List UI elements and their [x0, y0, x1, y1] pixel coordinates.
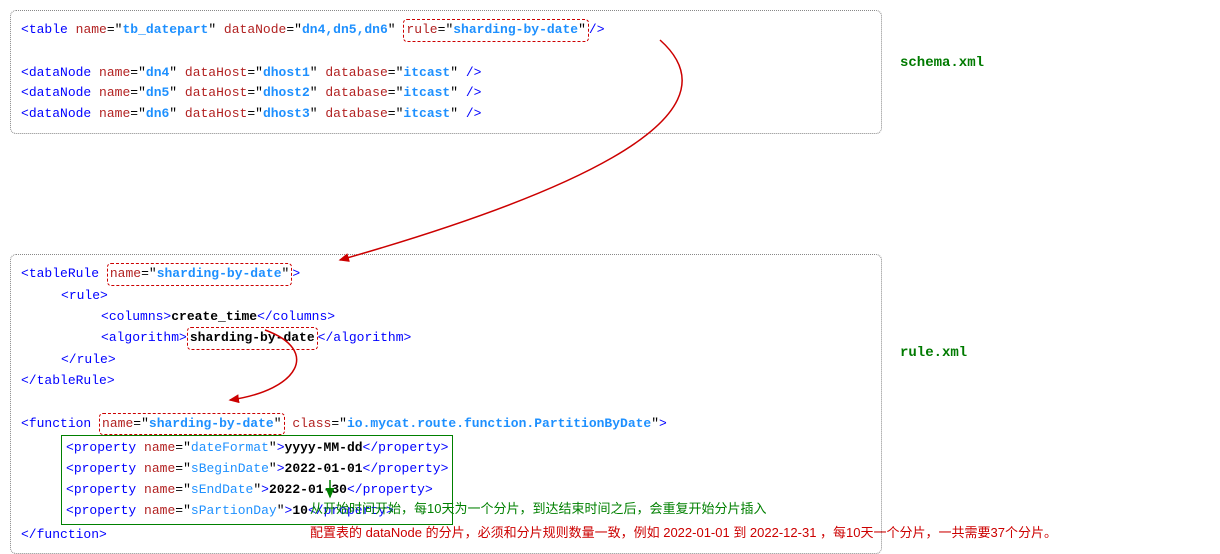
- note-green: 从开始时间开始，每10天为一个分片，到达结束时间之后，会重复开始分片插入: [310, 498, 766, 517]
- datanode-line-2: <dataNode name="dn5" dataHost="dhost2" d…: [21, 83, 871, 104]
- function-name-highlight: name="sharding-by-date": [99, 413, 284, 436]
- datanode-line-3: <dataNode name="dn6" dataHost="dhost3" d…: [21, 104, 871, 125]
- rule-xml-label: rule.xml: [900, 345, 967, 361]
- algorithm-highlight: sharding-by-date: [187, 327, 318, 350]
- schema-xml-label: schema.xml: [900, 55, 984, 71]
- schema-xml-box: <table name="tb_datepart" dataNode="dn4,…: [10, 10, 882, 134]
- note-red: 配置表的 dataNode 的分片，必须和分片规则数量一致，例如 2022-01…: [310, 522, 1057, 541]
- datanode-line-1: <dataNode name="dn4" dataHost="dhost1" d…: [21, 63, 871, 84]
- tablerule-name-highlight: name="sharding-by-date": [107, 263, 292, 286]
- rule-attr-highlight: rule="sharding-by-date": [403, 19, 588, 42]
- table-line: <table name="tb_datepart" dataNode="dn4,…: [21, 19, 871, 42]
